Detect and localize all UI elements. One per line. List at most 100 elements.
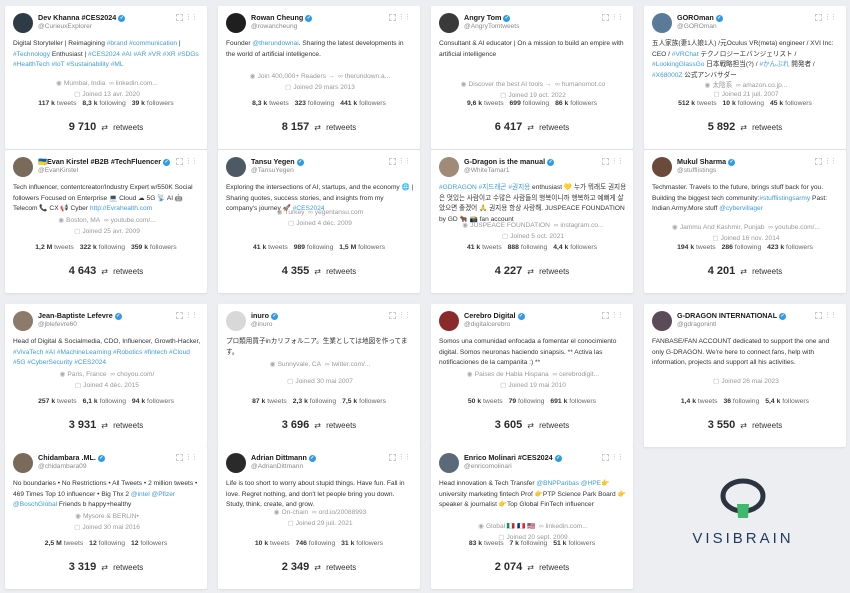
profile-name[interactable]: Tansu Yegen ✓	[251, 157, 304, 166]
profile-handle[interactable]: @stufflistings	[677, 167, 716, 174]
influencer-card[interactable]: Angry Tom ✓ @AngryTomtweets ⋮⋮ Consultant…	[431, 6, 633, 149]
influencer-card[interactable]: GOROman ✓ @GOROman ⋮⋮ 五人家族(妻1人娘1人) /元Ocul…	[644, 6, 846, 149]
influencer-card[interactable]: Tansu Yegen ✓ @TansuYegen ⋮⋮ Exploring th…	[218, 150, 420, 293]
avatar[interactable]	[13, 13, 33, 33]
expand-icon[interactable]	[602, 14, 609, 21]
profile-name[interactable]: Cerebro Digital ✓	[464, 311, 525, 320]
expand-icon[interactable]	[389, 158, 396, 165]
profile-name[interactable]: 🇺🇦Evan Kirstel #B2B #TechFluencer ✓	[38, 157, 171, 166]
bio-hashtag-link[interactable]: #Technology	[13, 51, 50, 58]
expand-icon[interactable]	[389, 312, 396, 319]
profile-handle[interactable]: @inuro	[251, 321, 272, 328]
profile-url[interactable]: instagram.co...	[560, 222, 603, 229]
expand-icon[interactable]	[389, 14, 396, 21]
profile-handle[interactable]: @WhiteTamar1	[464, 167, 510, 174]
more-menu-icon[interactable]: ⋮⋮	[398, 13, 411, 21]
more-menu-icon[interactable]: ⋮⋮	[611, 311, 624, 319]
expand-icon[interactable]	[176, 158, 183, 165]
bio-hashtag-link[interactable]: #GDRAGON #지드래곤 #권지용	[439, 184, 530, 191]
profile-url[interactable]: youtube.com/...	[775, 224, 820, 231]
more-menu-icon[interactable]: ⋮⋮	[824, 13, 837, 21]
profile-url[interactable]: ord.io/20088993	[319, 509, 367, 516]
influencer-card[interactable]: Enrico Molinari #CES2024 ✓ @enricomolinar…	[431, 446, 633, 589]
profile-handle[interactable]: @EvanKirstel	[38, 167, 78, 174]
influencer-card[interactable]: Rowan Cheung ✓ @rowancheung ⋮⋮ Founder @t…	[218, 6, 420, 149]
profile-name[interactable]: G-DRAGON INTERNATIONAL ✓	[677, 311, 787, 320]
more-menu-icon[interactable]: ⋮⋮	[398, 453, 411, 461]
profile-handle[interactable]: @TansuYegen	[251, 167, 294, 174]
profile-url[interactable]: linkedin.com...	[546, 523, 588, 530]
profile-handle[interactable]: @jblefevre60	[38, 321, 77, 328]
bio-hashtag-link[interactable]: #かんぶれ	[759, 61, 789, 68]
bio-hashtag-link[interactable]: http://Evrahealth.com	[90, 205, 152, 212]
profile-url[interactable]: humanomot.co	[562, 81, 606, 88]
avatar[interactable]	[652, 13, 672, 33]
profile-name[interactable]: Angry Tom ✓	[464, 13, 511, 22]
profile-url[interactable]: yegentansu.com	[315, 209, 363, 216]
profile-url[interactable]: cerebrodigit...	[559, 371, 599, 378]
avatar[interactable]	[439, 311, 459, 331]
expand-icon[interactable]	[602, 454, 609, 461]
bio-hashtag-link[interactable]: @therundownai	[252, 40, 298, 47]
profile-handle[interactable]: @chidambara09	[38, 463, 86, 470]
profile-name[interactable]: Rowan Cheung ✓	[251, 13, 313, 22]
profile-url[interactable]: therundown.a...	[345, 73, 390, 80]
avatar[interactable]	[226, 157, 246, 177]
expand-icon[interactable]	[176, 14, 183, 21]
avatar[interactable]	[13, 311, 33, 331]
profile-name[interactable]: G-Dragon is the manual ✓	[464, 157, 555, 166]
profile-url[interactable]: amazon.co.jp...	[743, 82, 788, 89]
profile-name[interactable]: Enrico Molinari #CES2024 ✓	[464, 453, 562, 462]
profile-name[interactable]: Chidambara .ML. ✓	[38, 453, 105, 462]
bio-hashtag-link[interactable]: #X68000Z	[652, 72, 682, 79]
profile-handle[interactable]: @CurieuxExplorer	[38, 23, 92, 30]
more-menu-icon[interactable]: ⋮⋮	[824, 311, 837, 319]
avatar[interactable]	[439, 453, 459, 473]
profile-name[interactable]: Mukul Sharma ✓	[677, 157, 736, 166]
avatar[interactable]	[439, 157, 459, 177]
more-menu-icon[interactable]: ⋮⋮	[611, 13, 624, 21]
influencer-card[interactable]: G-DRAGON INTERNATIONAL ✓ @gdragonintl ⋮⋮ …	[644, 304, 846, 447]
more-menu-icon[interactable]: ⋮⋮	[185, 311, 198, 319]
profile-name[interactable]: Dev Khanna #CES2024 ✓	[38, 13, 126, 22]
expand-icon[interactable]	[602, 312, 609, 319]
bio-hashtag-link[interactable]: #stufflistingsarmy	[759, 195, 810, 202]
bio-hashtag-link[interactable]: #VRChat	[672, 51, 699, 58]
more-menu-icon[interactable]: ⋮⋮	[398, 311, 411, 319]
influencer-card[interactable]: Jean-Baptiste Lefevre ✓ @jblefevre60 ⋮⋮ H…	[5, 304, 207, 447]
more-menu-icon[interactable]: ⋮⋮	[824, 157, 837, 165]
profile-url[interactable]: choyou.com/	[117, 371, 154, 378]
profile-url[interactable]: youtube.com/...	[111, 217, 156, 224]
bio-hashtag-link[interactable]: #brand #communication	[107, 40, 177, 47]
profile-name[interactable]: Jean-Baptiste Lefevre ✓	[38, 311, 122, 320]
influencer-card[interactable]: Mukul Sharma ✓ @stufflistings ⋮⋮ Techmast…	[644, 150, 846, 293]
more-menu-icon[interactable]: ⋮⋮	[185, 13, 198, 21]
profile-name[interactable]: inuro ✓	[251, 311, 278, 320]
more-menu-icon[interactable]: ⋮⋮	[611, 453, 624, 461]
influencer-card[interactable]: Chidambara .ML. ✓ @chidambara09 ⋮⋮ No bou…	[5, 446, 207, 589]
profile-name[interactable]: Adrian Dittmann ✓	[251, 453, 316, 462]
avatar[interactable]	[652, 157, 672, 177]
influencer-card[interactable]: G-Dragon is the manual ✓ @WhiteTamar1 ⋮⋮ …	[431, 150, 633, 293]
expand-icon[interactable]	[815, 158, 822, 165]
avatar[interactable]	[226, 13, 246, 33]
avatar[interactable]	[652, 311, 672, 331]
avatar[interactable]	[439, 13, 459, 33]
more-menu-icon[interactable]: ⋮⋮	[185, 157, 198, 165]
profile-handle[interactable]: @rowancheung	[251, 23, 297, 30]
more-menu-icon[interactable]: ⋮⋮	[611, 157, 624, 165]
influencer-card[interactable]: Cerebro Digital ✓ @digitalcerebro ⋮⋮ Somo…	[431, 304, 633, 447]
profile-handle[interactable]: @enricomolinari	[464, 463, 512, 470]
profile-url[interactable]: twitter.com/...	[331, 361, 370, 368]
more-menu-icon[interactable]: ⋮⋮	[398, 157, 411, 165]
expand-icon[interactable]	[176, 454, 183, 461]
avatar[interactable]	[226, 453, 246, 473]
influencer-card[interactable]: inuro ✓ @inuro ⋮⋮ プロ類用買子inカリフォルニア。生業としては地…	[218, 304, 420, 447]
bio-hashtag-link[interactable]: #LookingGlassGo	[652, 61, 704, 68]
expand-icon[interactable]	[602, 158, 609, 165]
bio-hashtag-link[interactable]: #VivaTech #AI #MachineLearning #Robotics…	[13, 349, 190, 367]
profile-handle[interactable]: @AngryTomtweets	[464, 23, 519, 30]
influencer-card[interactable]: Dev Khanna #CES2024 ✓ @CurieuxExplorer ⋮⋮…	[5, 6, 207, 149]
profile-name[interactable]: GOROman ✓	[677, 13, 723, 22]
avatar[interactable]	[13, 453, 33, 473]
